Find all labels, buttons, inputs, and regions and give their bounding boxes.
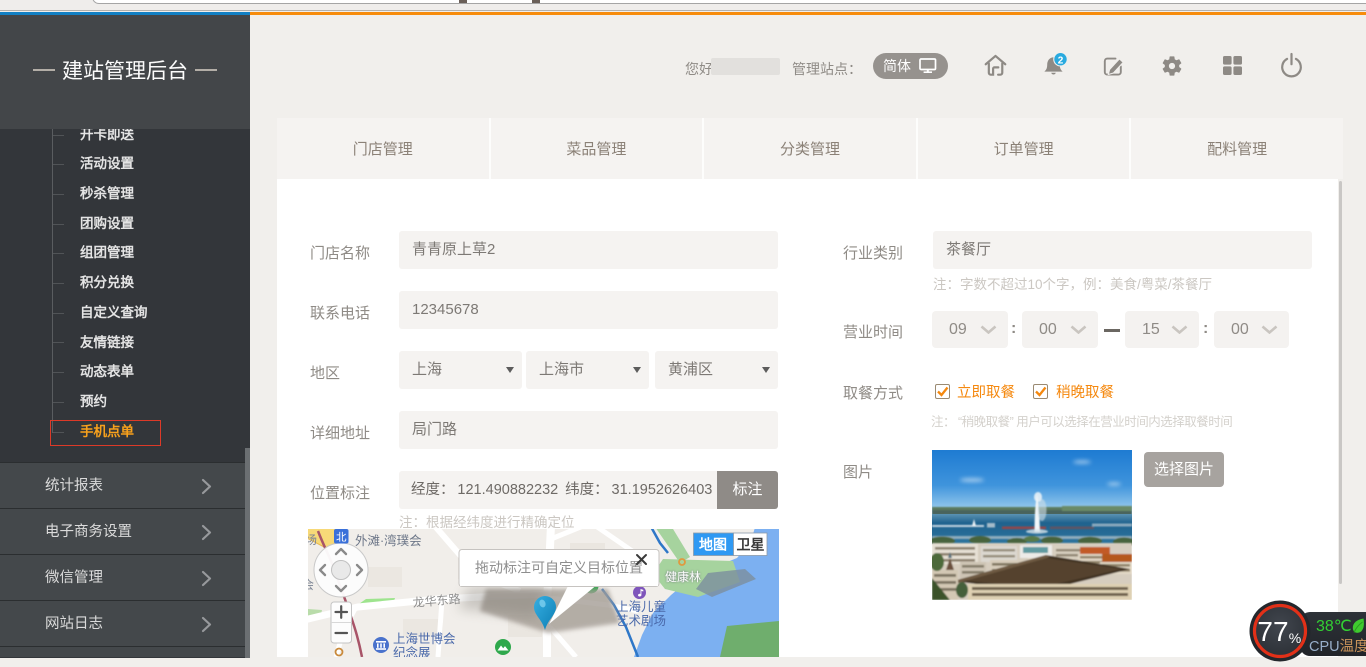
svg-text:%: % — [1289, 630, 1301, 646]
svg-text:上海儿童: 上海儿童 — [616, 599, 666, 614]
svg-text:卫星: 卫星 — [737, 537, 765, 553]
svg-text:会: 会 — [308, 578, 314, 592]
svg-text:地图: 地图 — [699, 537, 727, 553]
svg-text:北: 北 — [336, 532, 347, 544]
svg-text:场: 场 — [308, 533, 317, 547]
svg-text:外滩·湾璞会: 外滩·湾璞会 — [355, 533, 422, 548]
svg-text:上海世博会: 上海世博会 — [393, 631, 456, 646]
svg-text:拖动标注可自定义目标位置: 拖动标注可自定义目标位置 — [475, 560, 643, 576]
svg-text:艺术剧场: 艺术剧场 — [616, 614, 666, 628]
svg-text:健康林: 健康林 — [665, 569, 701, 584]
svg-text:纪念展: 纪念展 — [393, 645, 431, 657]
svg-text:77: 77 — [1257, 616, 1288, 647]
svg-text:2: 2 — [1058, 55, 1064, 66]
